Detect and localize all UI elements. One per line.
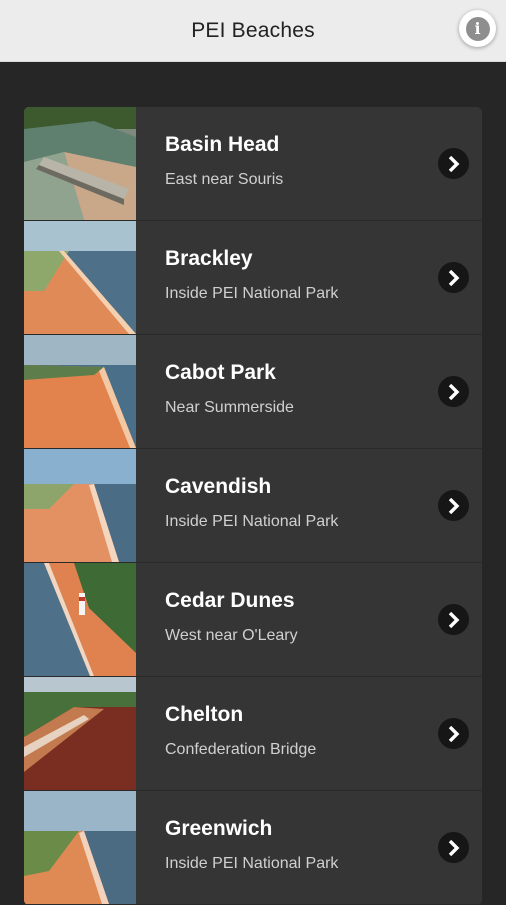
beach-name: Brackley (165, 247, 253, 270)
chevron-right-icon[interactable] (438, 832, 469, 863)
beach-row-cedar-dunes[interactable]: Cedar Dunes West near O'Leary (24, 563, 482, 677)
beach-location: Inside PEI National Park (165, 285, 339, 302)
beach-location: East near Souris (165, 171, 284, 188)
beach-row-brackley[interactable]: Brackley Inside PEI National Park (24, 221, 482, 335)
chevron-right-icon[interactable] (438, 376, 469, 407)
beach-thumbnail (24, 791, 136, 904)
beach-thumbnail (24, 221, 136, 334)
beach-location: Confederation Bridge (165, 741, 317, 758)
beach-name: Cabot Park (165, 361, 276, 384)
info-icon: i (465, 16, 490, 41)
beach-thumbnail (24, 677, 136, 790)
beach-location: Inside PEI National Park (165, 855, 339, 872)
info-button[interactable]: i (459, 10, 496, 47)
beach-thumbnail (24, 449, 136, 562)
beach-row-cabot-park[interactable]: Cabot Park Near Summerside (24, 335, 482, 449)
app-bar: PEI Beaches i (0, 0, 506, 62)
beach-row-greenwich[interactable]: Greenwich Inside PEI National Park (24, 791, 482, 905)
beach-row-basin-head[interactable]: Basin Head East near Souris (24, 107, 482, 221)
beach-name: Basin Head (165, 133, 280, 156)
page-title: PEI Beaches (191, 18, 315, 42)
beach-location: West near O'Leary (165, 627, 298, 644)
beach-name: Cedar Dunes (165, 589, 295, 612)
chevron-right-icon[interactable] (438, 604, 469, 635)
beach-name: Cavendish (165, 475, 272, 498)
beach-location: Near Summerside (165, 399, 294, 416)
beach-thumbnail (24, 335, 136, 448)
beach-name: Chelton (165, 703, 244, 726)
beach-location: Inside PEI National Park (165, 513, 339, 530)
beach-name: Greenwich (165, 817, 273, 840)
beach-row-chelton[interactable]: Chelton Confederation Bridge (24, 677, 482, 791)
chevron-right-icon[interactable] (438, 490, 469, 521)
beach-row-cavendish[interactable]: Cavendish Inside PEI National Park (24, 449, 482, 563)
chevron-right-icon[interactable] (438, 718, 469, 749)
beach-thumbnail (24, 563, 136, 676)
beach-thumbnail (24, 107, 136, 220)
beach-list: Basin Head East near Souris Brackley Ins… (24, 107, 482, 905)
chevron-right-icon[interactable] (438, 148, 469, 179)
chevron-right-icon[interactable] (438, 262, 469, 293)
